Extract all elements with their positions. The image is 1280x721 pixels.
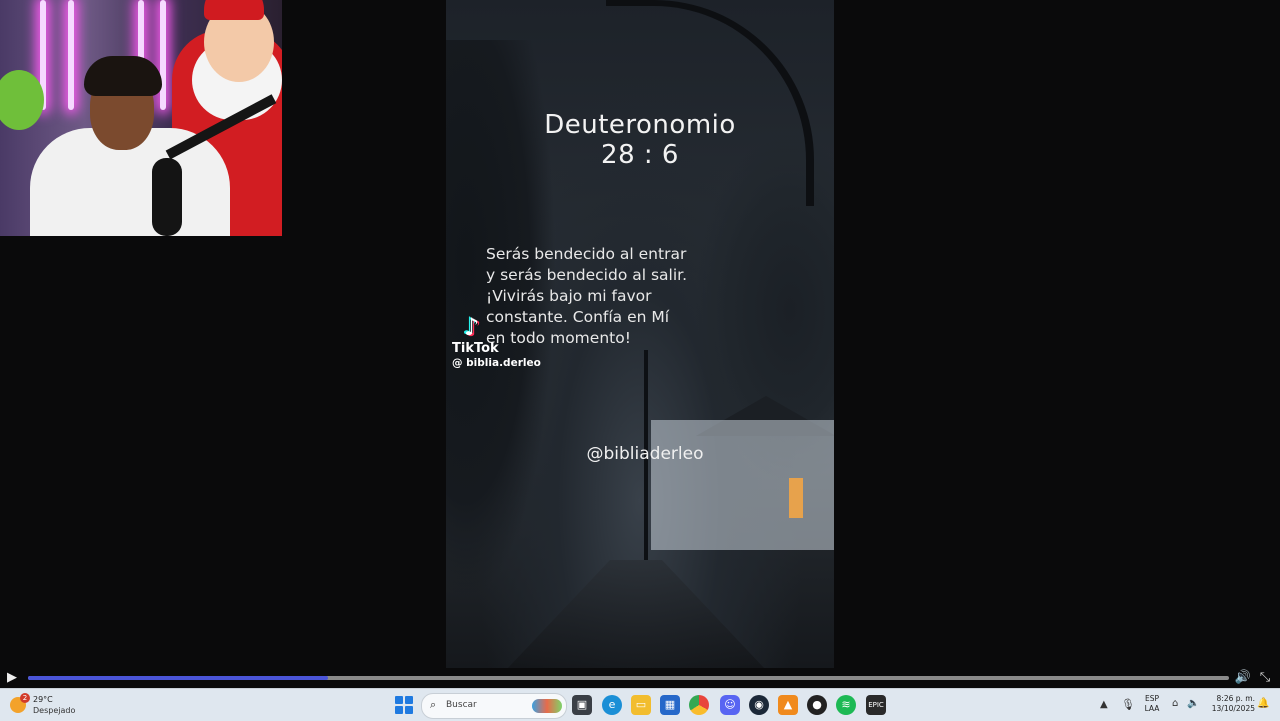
discord-icon[interactable]: ☺	[720, 695, 740, 715]
steam-icon[interactable]: ◉	[749, 695, 769, 715]
tiktok-watermark: ♪ TikTok @ biblia.derleo	[452, 312, 562, 370]
tiktok-handle: @ biblia.derleo	[452, 357, 541, 369]
clock-date: 13/10/2025	[1211, 704, 1255, 713]
taskbar: 2 29°C Despejado ⌕ Buscar ▣ e ▭ ▦ ☺ ◉ ▲ …	[0, 688, 1280, 721]
microphone-icon[interactable]: 🎙	[1121, 698, 1135, 711]
house	[651, 420, 834, 550]
chevron-up-icon[interactable]: ▲	[1100, 699, 1108, 710]
video-frame[interactable]: Deuteronomio 28 : 6 Serás bendecido al e…	[446, 0, 834, 668]
file-explorer-icon[interactable]: ▭	[631, 695, 651, 715]
speaker-icon[interactable]: 🔈	[1187, 698, 1199, 709]
search-placeholder: Buscar	[446, 700, 477, 710]
weather-widget[interactable]: 2 29°C Despejado	[10, 692, 100, 718]
task-view-icon[interactable]: ▣	[572, 695, 592, 715]
language-code: ESP	[1144, 694, 1160, 703]
edge-icon[interactable]: e	[602, 695, 622, 715]
house-window	[789, 478, 803, 518]
clock[interactable]: 8:26 p. m. 13/10/2025	[1203, 694, 1255, 714]
progress-fill	[28, 676, 329, 680]
network-icon[interactable]: ⌂	[1172, 698, 1178, 709]
progress-bar[interactable]	[28, 676, 1229, 680]
weather-temperature: 29°C	[33, 695, 53, 704]
clock-time: 8:26 p. m.	[1216, 694, 1255, 703]
keyboard-layout: LAA	[1144, 704, 1160, 713]
chrome-icon[interactable]	[689, 695, 709, 715]
exit-fullscreen-icon[interactable]: ⤡	[1256, 669, 1274, 687]
play-icon[interactable]: ▶	[4, 670, 20, 686]
verse-line: y serás bendecido al salir.	[486, 266, 688, 284]
volume-icon[interactable]: 🔊	[1234, 669, 1252, 687]
tiktok-brand: TikTok	[452, 341, 499, 356]
windows-start-icon[interactable]	[395, 696, 413, 714]
language-indicator[interactable]: ESP LAA	[1140, 694, 1164, 714]
overlay-handle: @bibliaderleo	[586, 444, 704, 464]
tiktok-icon: ♪	[464, 313, 480, 341]
vlc-icon[interactable]: ▲	[778, 695, 798, 715]
epic-games-icon[interactable]: EPIC	[866, 695, 886, 715]
background-branch	[606, 0, 814, 206]
obs-icon[interactable]: ●	[807, 695, 827, 715]
weather-condition: Despejado	[33, 706, 76, 715]
webcam-overlay	[0, 0, 282, 236]
notification-bell-icon[interactable]: 🔔	[1257, 698, 1269, 709]
verse-title: Deuteronomio 28 : 6	[446, 110, 834, 170]
search-highlight-icon	[532, 699, 562, 713]
search-icon: ⌕	[430, 698, 437, 711]
verse-book: Deuteronomio	[544, 110, 736, 140]
verse-reference: 28 : 6	[601, 140, 679, 170]
verse-line: Serás bendecido al entrar	[486, 245, 687, 263]
spotify-icon[interactable]: ≋	[836, 695, 856, 715]
player-controls: ▶ 🔊 ⤡	[0, 668, 1280, 688]
notification-badge: 2	[20, 693, 30, 703]
verse-line: ¡Vivirás bajo mi favor	[486, 287, 652, 305]
microsoft-store-icon[interactable]: ▦	[660, 695, 680, 715]
search-input[interactable]: ⌕ Buscar	[421, 693, 567, 719]
